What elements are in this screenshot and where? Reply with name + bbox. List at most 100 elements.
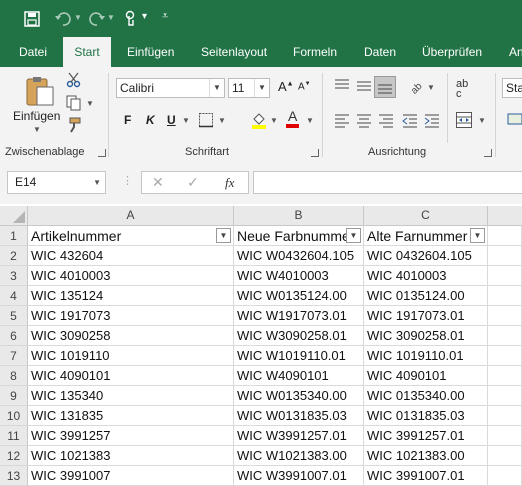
bold-button[interactable]: F [124, 113, 131, 127]
copy-icon[interactable] [66, 95, 82, 111]
borders-dropdown-icon[interactable]: ▼ [218, 116, 226, 125]
number-format-combo[interactable]: Sta [502, 78, 522, 98]
fill-color-dropdown-icon[interactable]: ▼ [270, 116, 278, 125]
cell-d[interactable] [488, 406, 522, 426]
cell-d[interactable] [488, 366, 522, 386]
row-header[interactable]: 10 [0, 406, 28, 426]
decrease-indent-icon[interactable] [401, 113, 419, 129]
tab-file[interactable]: Datei [19, 37, 47, 67]
cell-a[interactable]: WIC 1917073 [28, 306, 234, 326]
orientation-icon[interactable]: ab [407, 77, 425, 95]
cell-a[interactable]: WIC 3991257 [28, 426, 234, 446]
customize-qat-icon[interactable]: ⩡ [162, 10, 168, 23]
filter-dropdown-icon[interactable]: ▼ [216, 228, 231, 243]
cell-c[interactable]: WIC 3991007.01 [364, 466, 488, 486]
paste-label[interactable]: Einfügen [13, 109, 60, 123]
cell-d[interactable] [488, 326, 522, 346]
cut-icon[interactable] [66, 72, 82, 88]
header-cell-b[interactable]: Neue Farbnummer [234, 226, 364, 246]
row-header[interactable]: 9 [0, 386, 28, 406]
merge-dropdown-icon[interactable]: ▼ [478, 116, 486, 125]
underline-button[interactable]: U [167, 113, 176, 127]
touch-dropdown-icon[interactable]: ▾ [142, 11, 147, 22]
row-header[interactable]: 8 [0, 366, 28, 386]
tab-page-layout[interactable]: Seitenlayout [201, 37, 267, 67]
column-header-c[interactable]: C [364, 206, 488, 226]
touch-mode-icon[interactable] [121, 10, 139, 28]
align-center-icon[interactable] [355, 113, 373, 129]
cell-d[interactable] [488, 246, 522, 266]
cell-c[interactable]: WIC 4090101 [364, 366, 488, 386]
filter-dropdown-icon[interactable]: ▼ [346, 228, 361, 243]
tab-review[interactable]: Überprüfen [422, 37, 482, 67]
cell-b[interactable]: WIC W0432604.105 [234, 246, 364, 266]
row-header[interactable]: 7 [0, 346, 28, 366]
cell-c[interactable]: WIC 3991257.01 [364, 426, 488, 446]
italic-button[interactable]: K [146, 113, 155, 127]
cell-b[interactable]: WIC W1019110.01 [234, 346, 364, 366]
align-bottom-icon[interactable] [374, 76, 396, 98]
insert-function-icon[interactable]: fx [225, 175, 234, 191]
cell-b[interactable]: WIC W4010003 [234, 266, 364, 286]
wrap-text-icon[interactable]: ab c [456, 79, 472, 100]
tab-data[interactable]: Daten [364, 37, 396, 67]
align-top-icon[interactable] [333, 78, 351, 94]
save-icon[interactable] [24, 11, 40, 27]
cell-c[interactable]: WIC 4010003 [364, 266, 488, 286]
cell-d[interactable] [488, 466, 522, 486]
tab-formulas[interactable]: Formeln [293, 37, 337, 67]
cell-a[interactable]: WIC 135124 [28, 286, 234, 306]
chevron-down-icon[interactable]: ▼ [254, 79, 269, 97]
font-size-combo[interactable]: 11 ▼ [228, 78, 270, 98]
cell-a[interactable]: WIC 432604 [28, 246, 234, 266]
row-header[interactable]: 1 [0, 226, 28, 246]
cell-a[interactable]: WIC 135340 [28, 386, 234, 406]
cell-d[interactable] [488, 226, 522, 246]
cell-d[interactable] [488, 266, 522, 286]
cell-d[interactable] [488, 446, 522, 466]
font-color-icon[interactable]: A [286, 109, 300, 128]
enter-icon[interactable]: ✓ [187, 174, 199, 191]
cell-c[interactable]: WIC 0135124.00 [364, 286, 488, 306]
font-name-combo[interactable]: Calibri ▼ [116, 78, 225, 98]
more-options-icon[interactable]: ⋮ [122, 174, 133, 187]
cell-b[interactable]: WIC W0131835.03 [234, 406, 364, 426]
row-header[interactable]: 3 [0, 266, 28, 286]
cell-a[interactable]: WIC 1021383 [28, 446, 234, 466]
cell-b[interactable]: WIC W1021383.00 [234, 446, 364, 466]
clipboard-launcher-icon[interactable] [98, 149, 106, 157]
increase-indent-icon[interactable] [423, 113, 441, 129]
tab-insert[interactable]: Einfügen [127, 37, 174, 67]
cell-a[interactable]: WIC 4090101 [28, 366, 234, 386]
format-painter-icon[interactable] [66, 117, 82, 133]
cell-c[interactable]: WIC 0432604.105 [364, 246, 488, 266]
cell-a[interactable]: WIC 1019110 [28, 346, 234, 366]
align-middle-icon[interactable] [355, 78, 373, 94]
row-header[interactable]: 6 [0, 326, 28, 346]
cell-c[interactable]: WIC 0131835.03 [364, 406, 488, 426]
cell-b[interactable]: WIC W3991007.01 [234, 466, 364, 486]
cell-a[interactable]: WIC 131835 [28, 406, 234, 426]
underline-dropdown-icon[interactable]: ▼ [182, 116, 190, 125]
redo-icon[interactable] [88, 11, 106, 27]
cell-c[interactable]: WIC 1019110.01 [364, 346, 488, 366]
row-header[interactable]: 4 [0, 286, 28, 306]
formula-input[interactable] [253, 171, 522, 194]
undo-icon[interactable] [54, 11, 72, 27]
cell-b[interactable]: WIC W0135124.00 [234, 286, 364, 306]
borders-icon[interactable] [198, 112, 214, 128]
cell-d[interactable] [488, 386, 522, 406]
cell-a[interactable]: WIC 3090258 [28, 326, 234, 346]
row-header[interactable]: 5 [0, 306, 28, 326]
column-header-b[interactable]: B [234, 206, 364, 226]
grow-font-icon[interactable]: A▲ [278, 79, 294, 94]
align-left-icon[interactable] [333, 113, 351, 129]
column-header-a[interactable]: A [28, 206, 234, 226]
cell-d[interactable] [488, 426, 522, 446]
cell-c[interactable]: WIC 3090258.01 [364, 326, 488, 346]
cancel-icon[interactable]: ✕ [152, 174, 164, 191]
undo-dropdown-icon[interactable]: ▼ [74, 13, 82, 22]
paste-dropdown-icon[interactable]: ▼ [33, 125, 41, 134]
select-all-button[interactable] [0, 206, 28, 226]
align-right-icon[interactable] [377, 113, 395, 129]
